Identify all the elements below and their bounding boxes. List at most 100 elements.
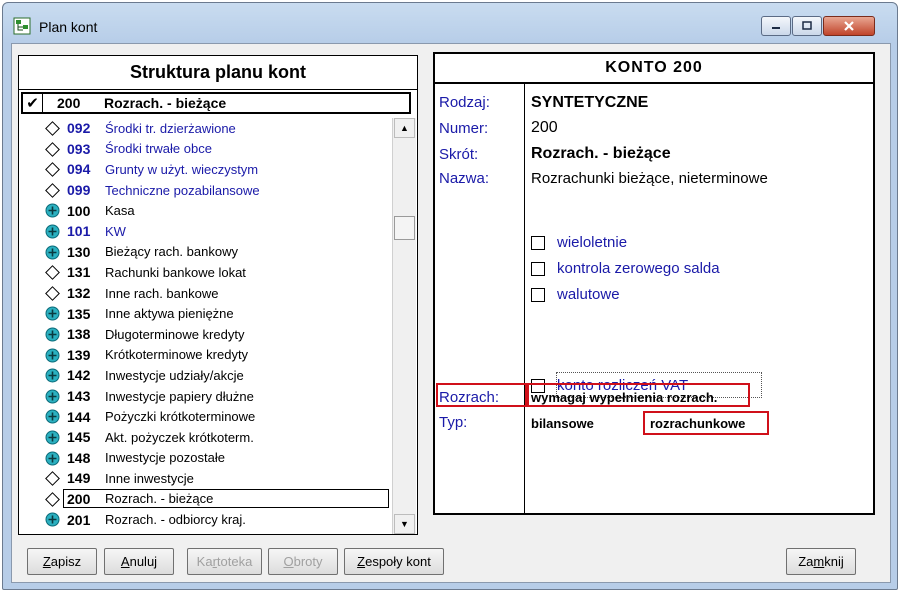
account-header: KONTO 200 xyxy=(435,54,873,84)
plus-circle-icon xyxy=(45,409,60,424)
maximize-button[interactable] xyxy=(792,16,822,36)
account-name: Rachunki bankowe lokat xyxy=(105,264,246,280)
scroll-thumb[interactable] xyxy=(394,216,415,240)
account-row[interactable]: 149 Inne inwestycje xyxy=(19,468,391,489)
account-row[interactable]: 200 Rozrach. - bieżące xyxy=(19,488,391,510)
kontrola-salda-checkbox[interactable]: kontrola zerowego salda xyxy=(531,260,720,277)
account-details-panel: KONTO 200 Rodzaj: SYNTETYCZNE Numer: 200… xyxy=(433,52,875,515)
account-name: Bieżący rach. bankowy xyxy=(105,244,238,260)
scroll-up-button[interactable]: ▲ xyxy=(394,118,415,138)
account-row[interactable]: 145 Akt. pożyczek krótkoterm. xyxy=(19,427,391,448)
account-row[interactable]: 101 KW xyxy=(19,221,391,242)
account-name: Inwestycje udziały/akcje xyxy=(105,367,244,383)
plus-circle-icon xyxy=(45,451,60,465)
minimize-button[interactable] xyxy=(761,16,791,36)
account-number: 139 xyxy=(67,346,91,363)
account-number: 143 xyxy=(67,388,91,405)
account-row[interactable]: 148 Inwestycje pozostałe xyxy=(19,448,391,469)
plus-circle-icon xyxy=(45,348,60,363)
account-row[interactable]: 131 Rachunki bankowe lokat xyxy=(19,262,391,283)
close-button[interactable]: Za m knij xyxy=(786,548,856,575)
walutowe-label: walutowe xyxy=(557,286,620,303)
kartoteka-button[interactable]: Ka r toteka xyxy=(187,548,262,575)
title-bar[interactable]: Plan kont xyxy=(3,3,897,43)
maximize-icon xyxy=(802,21,812,30)
list-scrollbar[interactable]: ▲ ▼ xyxy=(392,118,416,534)
account-number: 130 xyxy=(67,243,91,260)
nazwa-value: Rozrachunki bieżące, nieterminowe xyxy=(531,170,768,187)
save-label: apisz xyxy=(50,554,82,569)
rodzaj-label: Rodzaj: xyxy=(439,94,490,111)
account-row[interactable]: 132 Inne rach. bankowe xyxy=(19,283,391,304)
save-button[interactable]: Zapisz xyxy=(27,548,97,575)
account-row[interactable]: 142 Inwestycje udziały/akcje xyxy=(19,365,391,386)
account-number: 132 xyxy=(67,285,91,302)
account-row[interactable]: 094 Grunty w użyt. wieczystym xyxy=(19,159,391,180)
account-number: 100 xyxy=(67,202,91,219)
arrow-up-icon: ▲ xyxy=(400,123,409,133)
account-row[interactable]: 139 Krótkoterminowe kredyty xyxy=(19,345,391,366)
account-row[interactable]: 100 Kasa xyxy=(19,200,391,221)
account-name: Środki trwałe obce xyxy=(105,141,212,157)
close-icon xyxy=(844,21,854,31)
account-name: Rozrach. - bieżące xyxy=(105,491,214,507)
account-name: Akt. pożyczek krótkoterm. xyxy=(105,429,254,445)
close-hotkey: m xyxy=(813,554,825,569)
typ-bilans-value: bilansowe xyxy=(531,416,594,431)
account-number: 142 xyxy=(67,367,91,384)
numer-value: 200 xyxy=(531,119,558,136)
account-row[interactable]: 135 Inne aktywa pieniężne xyxy=(19,303,391,324)
account-number: 131 xyxy=(67,264,91,281)
account-number: 145 xyxy=(67,429,91,446)
diamond-icon xyxy=(45,182,60,198)
close-prefix: Za xyxy=(798,554,814,569)
account-row[interactable]: 130 Bieżący rach. bankowy xyxy=(19,242,391,263)
account-number: 094 xyxy=(67,161,91,178)
account-row[interactable]: 201 Rozrach. - odbiorcy kraj. xyxy=(19,509,391,530)
obroty-button[interactable]: Obroty xyxy=(268,548,338,575)
close-window-button[interactable] xyxy=(823,16,875,36)
rozrach-value-highlight xyxy=(527,383,750,407)
plus-circle-icon xyxy=(45,512,60,527)
account-number: 093 xyxy=(67,140,91,157)
diamond-icon xyxy=(45,471,60,487)
window-title: Plan kont xyxy=(39,19,98,35)
account-row[interactable]: 138 Długoterminowe kredyty xyxy=(19,324,391,345)
kartoteka-prefix: Ka xyxy=(196,554,213,569)
account-name: Kasa xyxy=(105,203,135,219)
account-row[interactable]: 099 Techniczne pozabilansowe xyxy=(19,180,391,201)
account-row[interactable]: 144 Pożyczki krótkoterminowe xyxy=(19,406,391,427)
plus-circle-icon xyxy=(45,203,60,218)
diamond-icon xyxy=(45,162,60,178)
minimize-icon xyxy=(772,27,780,29)
cancel-button[interactable]: Anuluj xyxy=(104,548,174,575)
diamond-icon xyxy=(45,141,60,157)
cancel-label: nuluj xyxy=(129,554,158,569)
wieloletnie-label: wieloletnie xyxy=(557,234,628,251)
account-list[interactable]: 092 Środki tr. dzierżawione 093 Środki trwa… xyxy=(19,118,391,534)
account-name: Inne inwestycje xyxy=(105,470,194,486)
checkbox-box xyxy=(531,287,545,302)
walutowe-checkbox[interactable]: walutowe xyxy=(531,286,620,303)
account-groups-button[interactable]: Zespoły kont xyxy=(344,548,444,575)
account-name: Techniczne pozabilansowe xyxy=(105,182,260,198)
plus-circle-icon xyxy=(45,389,60,404)
wieloletnie-checkbox[interactable]: wieloletnie xyxy=(531,234,627,251)
skrot-value: Rozrach. - bieżące xyxy=(531,145,671,162)
nazwa-label: Nazwa: xyxy=(439,170,490,187)
diamond-icon xyxy=(45,285,60,301)
account-name: Grunty w użyt. wieczystym xyxy=(105,161,259,177)
scroll-down-button[interactable]: ▼ xyxy=(394,514,415,534)
account-name: Inwestycje pozostałe xyxy=(105,450,225,466)
selected-account-row[interactable]: ✔ 200 Rozrach. - bieżące xyxy=(21,92,411,114)
plus-circle-icon xyxy=(45,430,60,445)
check-icon: ✔ xyxy=(23,94,43,112)
account-row[interactable]: 092 Środki tr. dzierżawione xyxy=(19,118,391,139)
obroty-label: broty xyxy=(293,554,323,569)
account-groups-hotkey: Z xyxy=(357,554,366,569)
account-number: 138 xyxy=(67,326,91,343)
checkbox-box xyxy=(531,261,545,276)
account-row[interactable]: 093 Środki trwałe obce xyxy=(19,139,391,160)
account-row[interactable]: 143 Inwestycje papiery dłużne xyxy=(19,386,391,407)
plus-circle-icon xyxy=(45,368,60,383)
